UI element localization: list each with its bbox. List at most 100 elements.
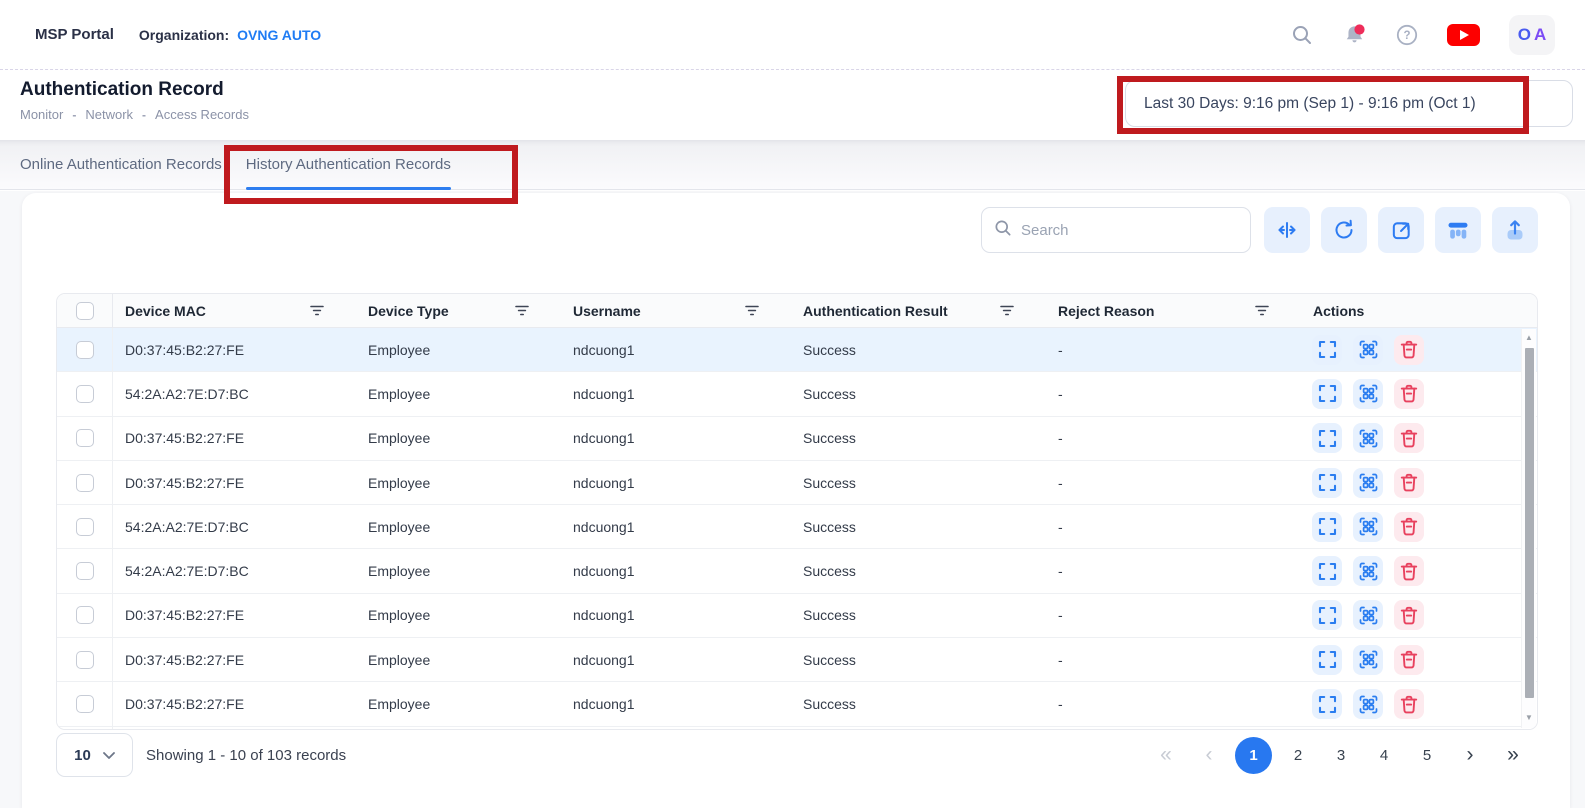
authentication-result-cell: Success: [791, 549, 1046, 592]
expand-record-button[interactable]: [1312, 512, 1342, 542]
topbar-actions: ? O A: [1291, 15, 1555, 55]
search-input[interactable]: [1021, 222, 1238, 239]
previous-page-button[interactable]: ‹: [1192, 738, 1226, 772]
row-checkbox[interactable]: [76, 385, 94, 403]
username-cell: ndcuong1: [561, 372, 791, 415]
table-row[interactable]: 54:2A:A2:7E:D7:BC Employee ndcuong1 Succ…: [57, 372, 1537, 416]
filter-icon[interactable]: [1000, 305, 1014, 316]
expand-record-button[interactable]: [1312, 468, 1342, 498]
table-row[interactable]: D0:37:45:B2:27:FE Employee ndcuong1 Succ…: [57, 328, 1537, 372]
tab-online-authentication-records[interactable]: Online Authentication Records: [20, 140, 222, 189]
qr-code-button[interactable]: [1353, 379, 1383, 409]
row-actions: [1301, 328, 1537, 371]
first-page-button[interactable]: «: [1149, 738, 1183, 772]
qr-code-button[interactable]: [1353, 335, 1383, 365]
table-row[interactable]: 54:2A:A2:7E:D7:BC Employee ndcuong1 Succ…: [57, 549, 1537, 593]
expand-record-button[interactable]: [1312, 689, 1342, 719]
qr-code-button[interactable]: [1353, 512, 1383, 542]
refresh-button[interactable]: [1321, 207, 1367, 253]
device-type-cell: Employee: [356, 505, 561, 548]
search-icon[interactable]: [1291, 24, 1313, 46]
youtube-icon[interactable]: [1447, 23, 1480, 47]
date-range-picker[interactable]: Last 30 Days: 9:16 pm (Sep 1) - 9:16 pm …: [1125, 80, 1573, 127]
row-checkbox[interactable]: [76, 341, 94, 359]
qr-code-button[interactable]: [1353, 556, 1383, 586]
qr-code-button[interactable]: [1353, 423, 1383, 453]
table-row[interactable]: 54:2A:A2:7E:D7:BC Employee ndcuong1 Succ…: [57, 505, 1537, 549]
notifications-icon[interactable]: [1342, 22, 1367, 47]
expand-record-button[interactable]: [1312, 556, 1342, 586]
delete-record-button[interactable]: [1394, 556, 1424, 586]
table-row[interactable]: D0:37:45:B2:27:FE Employee ndcuong1 Succ…: [57, 638, 1537, 682]
expand-record-button[interactable]: [1312, 600, 1342, 630]
authentication-result-cell: Success: [791, 372, 1046, 415]
topbar: MSP Portal Organization: OVNG AUTO ? O A: [0, 0, 1585, 70]
row-checkbox[interactable]: [76, 606, 94, 624]
help-icon[interactable]: ?: [1396, 24, 1418, 46]
filter-icon[interactable]: [515, 305, 529, 316]
open-in-new-button[interactable]: [1378, 207, 1424, 253]
device-type-cell: Employee: [356, 328, 561, 371]
row-checkbox-cell: [57, 549, 113, 592]
page-button-5[interactable]: 5: [1410, 738, 1444, 772]
delete-record-button[interactable]: [1394, 379, 1424, 409]
columns-button[interactable]: [1435, 207, 1481, 253]
tab-history-authentication-records[interactable]: History Authentication Records: [246, 140, 451, 189]
next-page-button[interactable]: ›: [1453, 738, 1487, 772]
filter-icon[interactable]: [310, 305, 324, 316]
breadcrumb-monitor[interactable]: Monitor: [20, 107, 63, 122]
filter-icon[interactable]: [1255, 305, 1269, 316]
last-page-button[interactable]: »: [1496, 738, 1530, 772]
delete-record-button[interactable]: [1394, 335, 1424, 365]
column-resize-button[interactable]: [1264, 207, 1310, 253]
delete-record-button[interactable]: [1394, 689, 1424, 719]
qr-code-button[interactable]: [1353, 600, 1383, 630]
table-row[interactable]: D0:37:45:B2:27:FE Employee ndcuong1 Succ…: [57, 682, 1537, 726]
row-checkbox[interactable]: [76, 518, 94, 536]
delete-record-button[interactable]: [1394, 600, 1424, 630]
page-button-1[interactable]: 1: [1235, 737, 1272, 774]
page-button-3[interactable]: 3: [1324, 738, 1358, 772]
table-row[interactable]: D0:37:45:B2:27:FE Employee ndcuong1 Succ…: [57, 417, 1537, 461]
expand-record-button[interactable]: [1312, 423, 1342, 453]
search-box[interactable]: [981, 207, 1251, 253]
breadcrumb-access-records[interactable]: Access Records: [155, 107, 249, 122]
scrollbar-thumb[interactable]: [1525, 348, 1534, 698]
delete-record-button[interactable]: [1394, 423, 1424, 453]
table-scrollbar[interactable]: ▲ ▼: [1521, 329, 1536, 728]
qr-code-button[interactable]: [1353, 689, 1383, 719]
avatar-initial-2: A: [1534, 25, 1546, 45]
filter-icon[interactable]: [745, 305, 759, 316]
table-row[interactable]: D0:37:45:B2:27:FE Employee ndcuong1 Succ…: [57, 461, 1537, 505]
page-button-2[interactable]: 2: [1281, 738, 1315, 772]
row-checkbox[interactable]: [76, 429, 94, 447]
expand-record-button[interactable]: [1312, 645, 1342, 675]
page-size-select[interactable]: 10: [56, 733, 133, 777]
delete-record-button[interactable]: [1394, 512, 1424, 542]
expand-record-button[interactable]: [1312, 379, 1342, 409]
breadcrumb-network[interactable]: Network: [85, 107, 133, 122]
scrollbar-up-arrow[interactable]: ▲: [1522, 334, 1536, 342]
qr-code-button[interactable]: [1353, 645, 1383, 675]
page-button-4[interactable]: 4: [1367, 738, 1401, 772]
export-button[interactable]: [1492, 207, 1538, 253]
delete-icon: [1400, 517, 1418, 536]
scrollbar-down-arrow[interactable]: ▼: [1522, 714, 1536, 722]
row-checkbox[interactable]: [76, 474, 94, 492]
select-all-checkbox[interactable]: [76, 302, 94, 320]
delete-record-button[interactable]: [1394, 645, 1424, 675]
page-title: Authentication Record: [20, 79, 224, 101]
device-type-cell: Employee: [356, 461, 561, 504]
expand-record-button[interactable]: [1312, 335, 1342, 365]
avatar[interactable]: O A: [1509, 15, 1555, 55]
organization-value[interactable]: OVNG AUTO: [237, 27, 321, 43]
qr-code-icon: [1359, 517, 1378, 536]
row-checkbox[interactable]: [76, 695, 94, 713]
delete-record-button[interactable]: [1394, 468, 1424, 498]
device-mac-cell: D0:37:45:B2:27:FE: [113, 417, 356, 460]
qr-code-button[interactable]: [1353, 468, 1383, 498]
table-row[interactable]: D0:37:45:B2:27:FE Employee ndcuong1 Succ…: [57, 594, 1537, 638]
table-row[interactable]: D0:37:45:B2:27:FE Employee ndcuong1 Succ…: [57, 727, 1537, 730]
row-checkbox[interactable]: [76, 651, 94, 669]
row-checkbox[interactable]: [76, 562, 94, 580]
